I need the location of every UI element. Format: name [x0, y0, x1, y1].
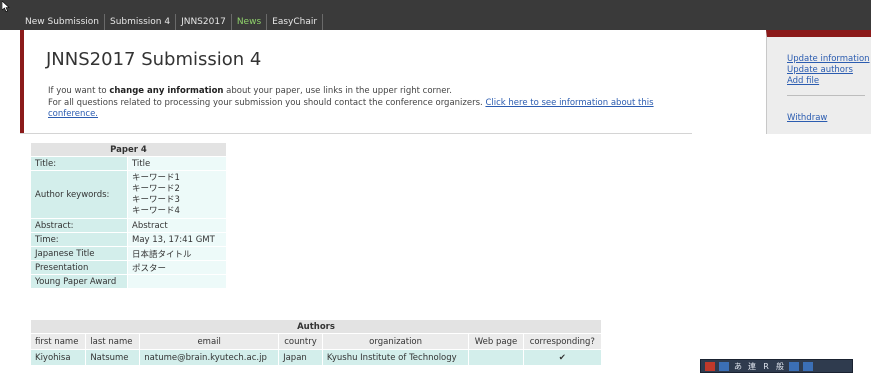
- side-menu: Update information Update authors Add fi…: [766, 30, 871, 134]
- table-row: Kiyohisa Natsume natume@brain.kyutech.ac…: [29, 349, 603, 366]
- top-menu: New Submission Submission 4 JNNS2017 New…: [20, 14, 324, 30]
- table-row: Abstract: Abstract: [30, 218, 227, 233]
- nav-news[interactable]: News: [232, 14, 268, 30]
- page-title: JNNS2017 Submission 4: [46, 49, 262, 70]
- table-row: Time: May 13, 17:41 GMT: [30, 232, 227, 247]
- author-country: Japan: [278, 349, 323, 366]
- author-first-name: Kiyohisa: [29, 349, 87, 366]
- table-row: Young Paper Award: [30, 274, 227, 289]
- column-header-country: country: [278, 333, 323, 350]
- ime-icon[interactable]: [719, 361, 729, 371]
- acrobat-icon[interactable]: [705, 361, 715, 371]
- column-header-corresponding: corresponding?: [522, 333, 603, 350]
- conversion-mode-icon[interactable]: 連: [747, 362, 757, 371]
- authors-table-caption: Authors: [30, 319, 602, 334]
- questions-text: For all questions related to processing …: [48, 98, 668, 120]
- help-icon[interactable]: [803, 361, 813, 371]
- nav-new-submission[interactable]: New Submission: [20, 14, 105, 30]
- withdraw-link[interactable]: Withdraw: [787, 113, 827, 124]
- presentation-value: ポスター: [127, 260, 227, 275]
- young-paper-award-value: [127, 274, 227, 289]
- paper-table: Paper 4 Title: Title Author keywords: キー…: [30, 142, 227, 289]
- author-organization: Kyushu Institute of Technology: [321, 349, 470, 366]
- japanese-title-key: Japanese Title: [30, 246, 128, 261]
- keyword: キーワード2: [132, 183, 180, 194]
- abstract-key: Abstract:: [30, 218, 128, 233]
- table-row: Japanese Title 日本語タイトル: [30, 246, 227, 261]
- nav-submission-4[interactable]: Submission 4: [105, 14, 177, 30]
- keyword: キーワード4: [132, 205, 180, 216]
- presentation-key: Presentation: [30, 260, 128, 275]
- tools-icon[interactable]: [789, 361, 799, 371]
- change-info-prefix: If you want to: [48, 86, 110, 96]
- time-key: Time:: [30, 232, 128, 247]
- table-row: Title: Title: [30, 156, 227, 171]
- mouse-cursor-icon: [2, 1, 10, 12]
- change-info-text: If you want to change any information ab…: [48, 86, 452, 96]
- romaji-mode-icon[interactable]: R: [761, 362, 771, 371]
- ime-language-bar: あ 連 R 般: [700, 359, 853, 373]
- column-header-last-name: last name: [85, 333, 141, 350]
- keywords-value: キーワード1 キーワード2 キーワード3 キーワード4: [127, 170, 227, 219]
- column-header-email: email: [139, 333, 280, 350]
- header-panel: JNNS2017 Submission 4 If you want to cha…: [20, 30, 692, 133]
- column-header-first-name: first name: [29, 333, 87, 350]
- young-paper-award-key: Young Paper Award: [30, 274, 128, 289]
- table-row: Presentation ポスター: [30, 260, 227, 275]
- keywords-key: Author keywords:: [30, 170, 128, 219]
- paper-table-caption: Paper 4: [30, 142, 227, 157]
- column-header-organization: organization: [321, 333, 470, 350]
- change-info-bold: change any information: [109, 86, 224, 96]
- japanese-title-value: 日本語タイトル: [127, 246, 227, 261]
- keyword: キーワード1: [132, 172, 180, 183]
- author-email: natume@brain.kyutech.ac.jp: [139, 349, 280, 366]
- questions-prefix: For all questions related to processing …: [48, 98, 486, 108]
- hiragana-mode-icon[interactable]: あ: [733, 362, 743, 371]
- change-info-suffix: about your paper, use links in the upper…: [223, 86, 452, 96]
- time-value: May 13, 17:41 GMT: [127, 232, 227, 247]
- update-authors-link[interactable]: Update authors: [787, 65, 853, 76]
- abstract-value: Abstract: [127, 218, 227, 233]
- update-information-link[interactable]: Update information: [787, 54, 870, 65]
- authors-table: Authors first name last name email count…: [29, 319, 603, 366]
- table-row: Author keywords: キーワード1 キーワード2 キーワード3 キー…: [30, 170, 227, 219]
- header-divider: [20, 133, 692, 134]
- top-navigation-bar: New Submission Submission 4 JNNS2017 New…: [0, 0, 871, 30]
- add-file-link[interactable]: Add file: [787, 76, 819, 87]
- nav-easychair[interactable]: EasyChair: [267, 14, 324, 30]
- keyword: キーワード3: [132, 194, 180, 205]
- corresponding-check-icon: ✔: [522, 349, 603, 366]
- dictionary-icon[interactable]: 般: [775, 362, 785, 371]
- author-last-name: Natsume: [85, 349, 141, 366]
- author-web-page: [468, 349, 524, 366]
- column-header-web-page: Web page: [468, 333, 524, 350]
- side-menu-divider: [787, 95, 865, 96]
- title-key: Title:: [30, 156, 128, 171]
- title-value: Title: [127, 156, 227, 171]
- nav-jnns2017[interactable]: JNNS2017: [176, 14, 232, 30]
